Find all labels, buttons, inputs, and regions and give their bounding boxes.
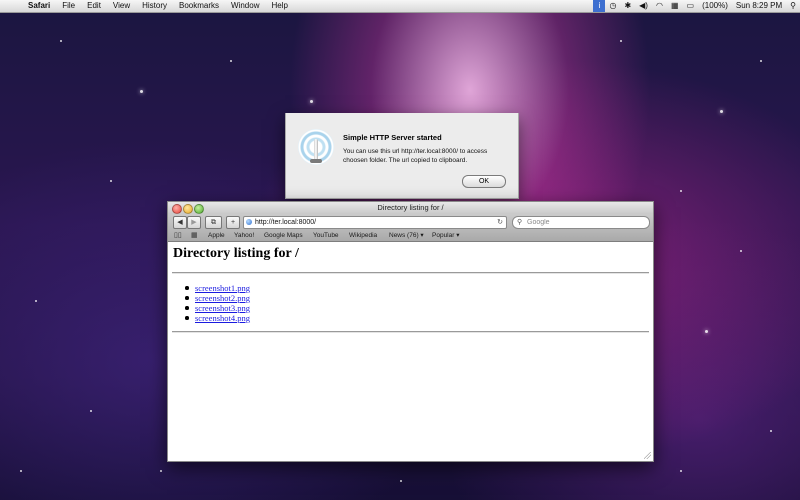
reading-list-book-icon[interactable]: ▯▯ <box>174 231 182 239</box>
spotlight-icon[interactable]: ⚲ <box>786 0 800 12</box>
battery-icon[interactable]: ▭ <box>683 0 699 12</box>
bookmark-wikipedia[interactable]: Wikipedia <box>349 230 377 241</box>
reload-icon[interactable]: ↻ <box>497 217 503 228</box>
address-url[interactable]: http://ter.local:8000/ <box>255 217 316 228</box>
battery-percent[interactable]: (100%) <box>698 0 732 12</box>
snippet-icon[interactable]: ⧉ <box>205 216 222 229</box>
resize-grip[interactable] <box>644 452 651 459</box>
file-link[interactable]: screenshot2.png <box>195 293 250 303</box>
menu-window[interactable]: Window <box>225 0 265 12</box>
back-button[interactable]: ◀ <box>173 216 187 229</box>
menu-extras: i ◷ ✱ ◀) ◠ ▦ ▭ (100%) Sun 8:29 PM ⚲ <box>593 0 800 12</box>
address-bar[interactable]: http://ter.local:8000/ ↻ <box>243 216 507 229</box>
menu-bar: Safari File Edit View History Bookmarks … <box>0 0 800 13</box>
file-list: screenshot1.png screenshot2.png screensh… <box>184 283 250 323</box>
menu-bookmarks[interactable]: Bookmarks <box>173 0 225 12</box>
browser-window: Directory listing for / ◀ ▶ ⧉ + http://t… <box>167 201 654 462</box>
info-menu-icon[interactable]: i <box>593 0 606 12</box>
list-item: screenshot3.png <box>184 303 250 313</box>
bookmark-news-folder[interactable]: News (76) ▾ <box>389 230 424 241</box>
list-item: screenshot1.png <box>184 283 250 293</box>
ok-button[interactable]: OK <box>462 175 506 188</box>
site-globe-icon <box>246 219 252 225</box>
menu-app-safari[interactable]: Safari <box>22 0 56 12</box>
time-machine-icon[interactable]: ◷ <box>605 0 620 12</box>
browser-toolbar: ◀ ▶ ⧉ + http://ter.local:8000/ ↻ ⚲ <box>168 214 653 230</box>
bottom-divider <box>172 331 649 333</box>
search-field[interactable]: ⚲ <box>512 216 650 229</box>
add-bookmark-button[interactable]: + <box>226 216 240 229</box>
page-content: Directory listing for / screenshot1.png … <box>168 242 653 461</box>
window-title: Directory listing for / <box>377 203 444 212</box>
volume-icon[interactable]: ◀) <box>635 0 652 12</box>
list-item: screenshot2.png <box>184 293 250 303</box>
bookmark-apple[interactable]: Apple <box>208 230 225 241</box>
top-sites-grid-icon[interactable]: ▦ <box>191 231 198 239</box>
alert-message: You can use this url http://ter.local:80… <box>343 148 488 164</box>
window-titlebar[interactable]: Directory listing for / <box>168 202 653 214</box>
file-link[interactable]: screenshot4.png <box>195 313 250 323</box>
flag-icon[interactable]: ▦ <box>667 0 683 12</box>
menu-file[interactable]: File <box>56 0 81 12</box>
file-link[interactable]: screenshot1.png <box>195 283 250 293</box>
bookmark-google-maps[interactable]: Google Maps <box>264 230 303 241</box>
page-heading: Directory listing for / <box>173 246 299 261</box>
menu-history[interactable]: History <box>136 0 173 12</box>
search-input[interactable] <box>527 218 642 227</box>
top-divider <box>172 272 649 274</box>
server-broadcast-icon <box>298 129 334 165</box>
server-started-alert: Simple HTTP Server started You can use t… <box>285 113 519 199</box>
bookmark-yahoo[interactable]: Yahoo! <box>234 230 254 241</box>
menu-help[interactable]: Help <box>265 0 293 12</box>
clock[interactable]: Sun 8:29 PM <box>732 0 786 12</box>
bookmark-popular-folder[interactable]: Popular ▾ <box>432 230 459 241</box>
alert-title: Simple HTTP Server started <box>343 133 442 142</box>
bluetooth-icon[interactable]: ✱ <box>620 0 635 12</box>
list-item: screenshot4.png <box>184 313 250 323</box>
wifi-icon[interactable]: ◠ <box>652 0 667 12</box>
bookmarks-bar: ▯▯ ▦ Apple Yahoo! Google Maps YouTube Wi… <box>168 230 653 242</box>
forward-button[interactable]: ▶ <box>187 216 201 229</box>
menu-edit[interactable]: Edit <box>81 0 107 12</box>
file-link[interactable]: screenshot3.png <box>195 303 250 313</box>
menu-view[interactable]: View <box>107 0 136 12</box>
search-icon: ⚲ <box>517 219 523 226</box>
bookmark-youtube[interactable]: YouTube <box>313 230 339 241</box>
